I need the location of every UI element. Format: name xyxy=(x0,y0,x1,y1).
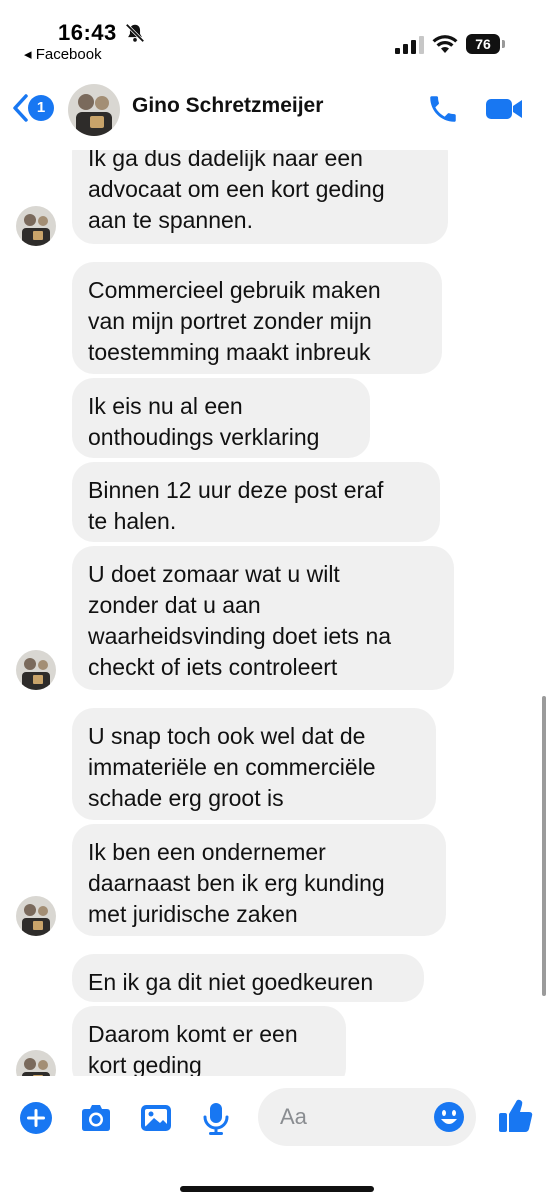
image-icon[interactable] xyxy=(138,1100,174,1136)
camera-icon[interactable] xyxy=(78,1100,114,1136)
scroll-indicator[interactable] xyxy=(542,696,546,996)
bell-slash-icon xyxy=(125,23,145,43)
thumbs-up-icon[interactable] xyxy=(496,1096,536,1136)
message-line: schade erg groot is xyxy=(88,785,284,811)
message-bubble[interactable]: U snap toch ook wel dat de immateriële e… xyxy=(72,708,436,820)
message-input-placeholder: Aa xyxy=(280,1104,307,1129)
status-time: 16:43 xyxy=(58,20,117,45)
phone-icon[interactable] xyxy=(426,92,460,126)
message-line: aan te spannen. xyxy=(88,207,253,233)
conversation-header: 1 Gino Schretzmeijer xyxy=(0,64,552,150)
message-line: Ik eis nu al een xyxy=(88,393,243,419)
message-line: toestemming maakt inbreuk xyxy=(88,339,371,365)
emoji-icon[interactable] xyxy=(432,1100,466,1134)
message-line: immateriële en commerciële xyxy=(88,754,376,780)
message-input[interactable]: Aa xyxy=(258,1088,476,1146)
message-line: En ik ga dit niet goedkeuren xyxy=(88,969,374,995)
message-bubble[interactable]: Ik ga dus dadelijk naar een advocaat om … xyxy=(72,134,448,244)
unread-count-badge[interactable]: 1 xyxy=(28,95,54,121)
message-bubble[interactable]: Ik ben een ondernemer daarnaast ben ik e… xyxy=(72,824,446,936)
message-line: advocaat om een kort geding xyxy=(88,176,385,202)
message-line: waarheidsvinding doet iets na xyxy=(88,623,392,649)
message-bubble[interactable]: En ik ga dit niet goedkeuren xyxy=(72,954,424,1002)
sender-avatar[interactable] xyxy=(16,896,56,936)
battery-level: 76 xyxy=(466,34,500,54)
message-bubble[interactable]: Commercieel gebruik maken van mijn portr… xyxy=(72,262,442,374)
cellular-signal-icon xyxy=(395,36,424,54)
status-bar: 16:43 ◂ Facebook 76 xyxy=(0,0,552,64)
message-line: checkt of iets controleert xyxy=(88,654,338,680)
video-camera-icon[interactable] xyxy=(484,92,524,126)
home-indicator[interactable] xyxy=(180,1186,374,1192)
message-line: met juridische zaken xyxy=(88,901,298,927)
message-bubble[interactable]: Ik eis nu al een onthoudings verklaring xyxy=(72,378,370,458)
back-to-app-link[interactable]: ◂ Facebook xyxy=(24,45,102,63)
plus-icon[interactable] xyxy=(18,1100,54,1136)
message-bubble[interactable]: Binnen 12 uur deze post eraf te halen. xyxy=(72,462,440,542)
battery-nub xyxy=(502,40,505,48)
message-composer: Aa xyxy=(0,1076,552,1200)
message-line: Ik ben een ondernemer xyxy=(88,839,326,865)
message-line: zonder dat u aan xyxy=(88,592,261,618)
message-line: kort geding xyxy=(88,1052,202,1076)
message-line: te halen. xyxy=(88,508,177,534)
sender-avatar[interactable] xyxy=(16,206,56,246)
message-line: daarnaast ben ik erg kunding xyxy=(88,870,385,896)
message-line: van mijn portret zonder mijn xyxy=(88,308,372,334)
message-bubble[interactable]: U doet zomaar wat u wilt zonder dat u aa… xyxy=(72,546,454,690)
message-bubble[interactable]: Daarom komt er een kort geding xyxy=(72,1006,346,1076)
sender-avatar[interactable] xyxy=(16,650,56,690)
contact-name[interactable]: Gino Schretzmeijer xyxy=(132,94,323,118)
message-line: Daarom komt er een xyxy=(88,1021,298,1047)
message-line: onthoudings verklaring xyxy=(88,424,320,450)
battery-indicator: 76 xyxy=(466,34,506,54)
wifi-icon xyxy=(432,35,458,53)
message-line: U doet zomaar wat u wilt xyxy=(88,561,340,587)
message-line: Binnen 12 uur deze post eraf xyxy=(88,477,384,503)
contact-avatar[interactable] xyxy=(68,84,120,136)
message-line: U snap toch ook wel dat de xyxy=(88,723,366,749)
message-list[interactable]: Ik ga dus dadelijk naar een advocaat om … xyxy=(0,134,552,1076)
sender-avatar[interactable] xyxy=(16,1050,56,1076)
message-line: Commercieel gebruik maken xyxy=(88,277,381,303)
microphone-icon[interactable] xyxy=(198,1100,234,1136)
